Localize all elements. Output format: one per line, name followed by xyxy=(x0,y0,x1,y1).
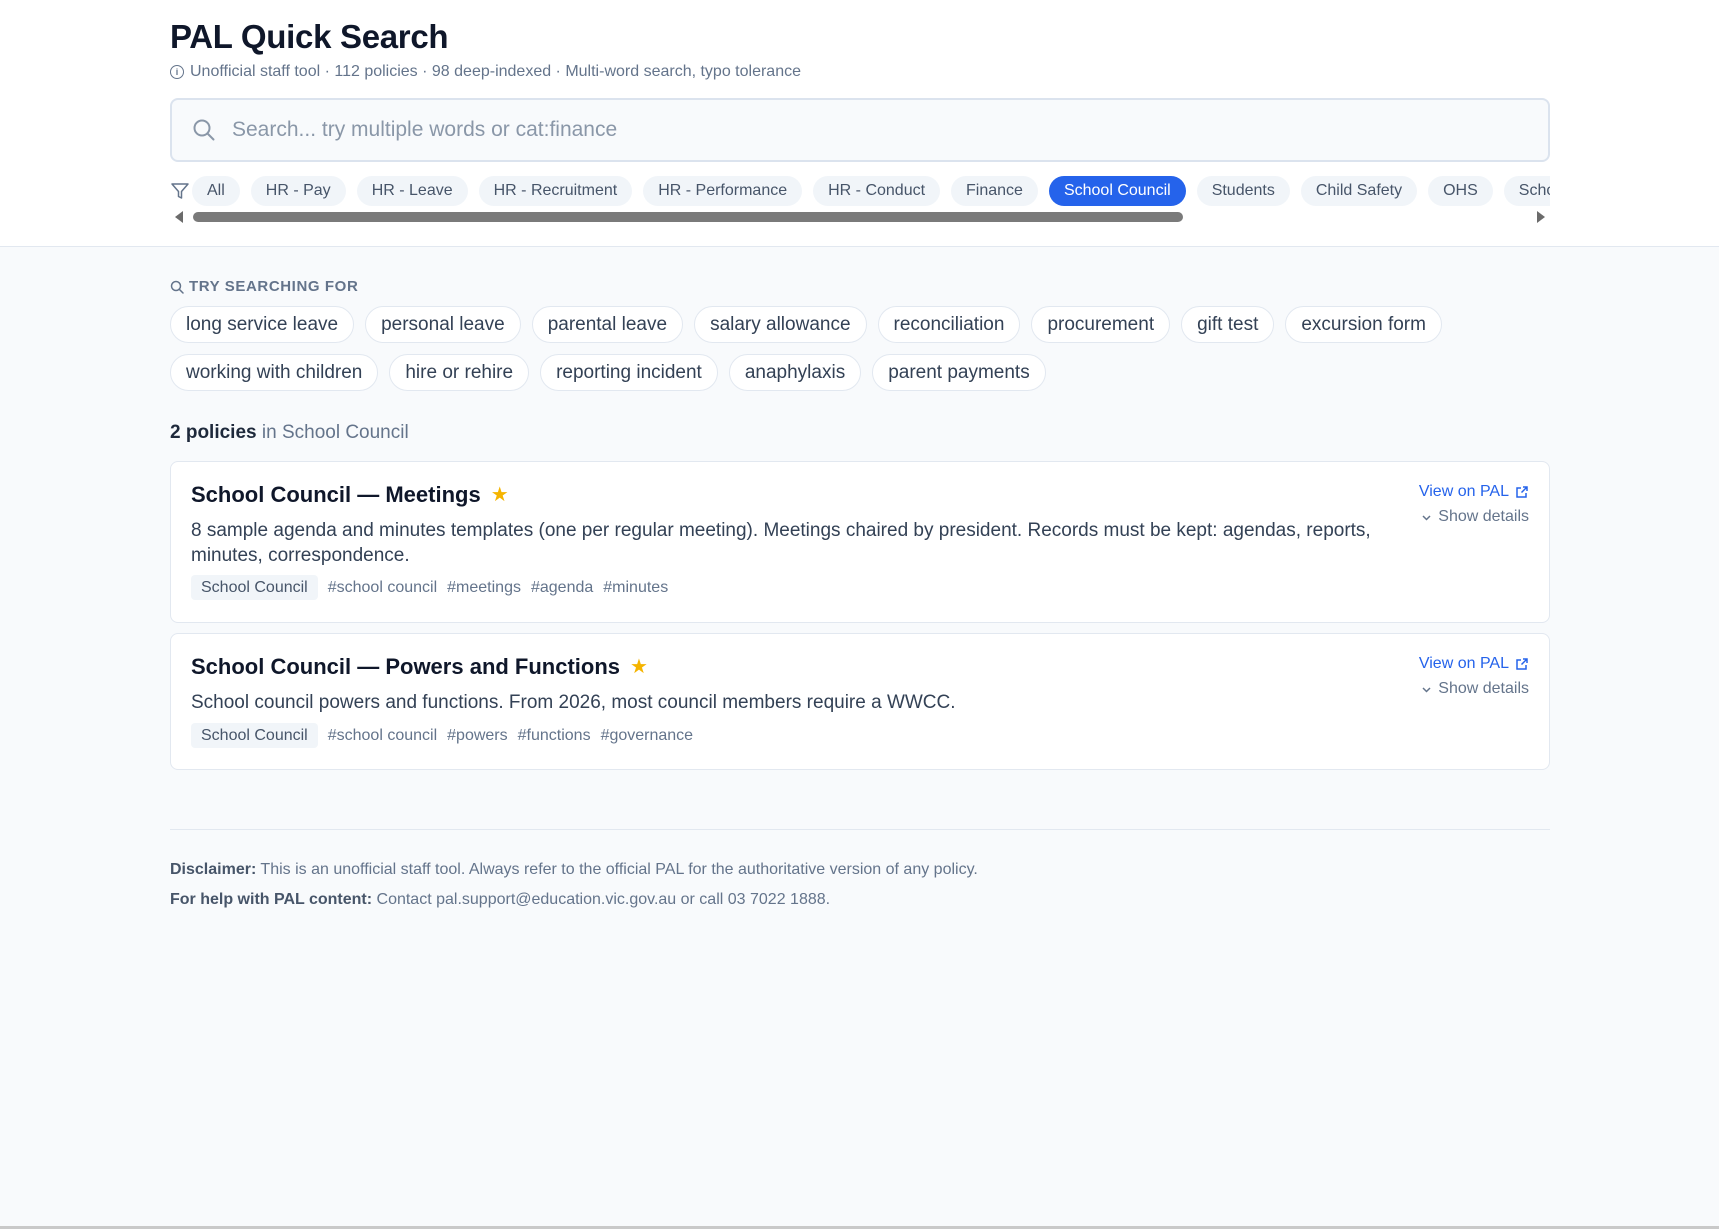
filter-chip[interactable]: All xyxy=(192,176,240,206)
filter-chip[interactable]: OHS xyxy=(1428,176,1493,206)
scroll-left-arrow-icon[interactable] xyxy=(175,211,183,223)
filter-chip[interactable]: HR - Recruitment xyxy=(478,176,633,206)
suggestion-chip[interactable]: long service leave xyxy=(170,306,355,343)
result-tags: School Council #school council #powers #… xyxy=(191,723,693,748)
filter-chip[interactable]: School Council xyxy=(1048,176,1186,206)
results-count: 2 policies in School Council xyxy=(170,422,409,444)
category-chips: All HR - Pay HR - Leave HR - Recruitment HR … xyxy=(192,176,1550,206)
results-count-context: in School Council xyxy=(256,422,409,443)
filter-chip[interactable]: HR - Leave xyxy=(356,176,468,206)
search-input[interactable] xyxy=(232,118,1432,142)
suggestion-chip[interactable]: salary allowance xyxy=(694,306,867,343)
results-count-number: 2 policies xyxy=(170,422,257,443)
suggestion-chip[interactable]: reporting incident xyxy=(540,354,718,391)
result-description: 8 sample agenda and minutes templates (o… xyxy=(191,520,1371,566)
tag: #powers xyxy=(447,726,508,744)
result-actions: View on PAL Show details xyxy=(1419,654,1529,699)
suggestion-chip[interactable]: anaphylaxis xyxy=(728,354,862,391)
suggestion-chip[interactable]: parent payments xyxy=(872,354,1046,391)
category-badge: School Council xyxy=(191,723,318,748)
filter-icon xyxy=(171,183,189,199)
show-details-label[interactable]: Show details xyxy=(1438,508,1529,526)
tag: #minutes xyxy=(603,578,669,596)
view-on-pal-label[interactable]: View on PAL xyxy=(1419,483,1509,501)
result-tags: School Council #school council #meetings… xyxy=(191,575,668,600)
show-details-button[interactable]: Show details xyxy=(1419,507,1529,527)
star-icon: ★ xyxy=(630,656,648,678)
page-title: PAL Quick Search xyxy=(170,18,449,55)
scrollbar-thumb[interactable] xyxy=(193,212,1183,222)
filter-chip[interactable]: Finance xyxy=(951,176,1038,206)
tag: #school council xyxy=(327,726,438,744)
tag: #governance xyxy=(600,726,694,744)
filter-chip[interactable]: School xyxy=(1503,176,1550,206)
filter-chip[interactable]: HR - Pay xyxy=(250,176,346,206)
scroll-right-arrow-icon[interactable] xyxy=(1537,211,1545,223)
result-card: School Council — Meetings ★ 8 sample age… xyxy=(170,461,1550,623)
suggestion-chip[interactable]: reconciliation xyxy=(877,306,1021,343)
suggestion-chip[interactable]: personal leave xyxy=(365,306,521,343)
suggestion-chip[interactable]: hire or rehire xyxy=(389,354,530,391)
search-icon xyxy=(193,119,215,141)
suggestion-chip[interactable]: excursion form xyxy=(1285,306,1442,343)
help-info: For help with PAL content: Contact pal.s… xyxy=(170,891,830,909)
star-icon: ★ xyxy=(490,484,509,506)
category-badge: School Council xyxy=(191,575,318,600)
view-on-pal-link[interactable]: View on PAL xyxy=(1419,654,1529,674)
result-title-text[interactable]: School Council — Powers and Functions xyxy=(191,654,620,680)
suggestion-list: long service leave personal leave parental… xyxy=(170,306,1470,391)
disclaimer: Disclaimer: This is an unofficial staff … xyxy=(170,861,978,879)
result-description: School council powers and functions. Fro… xyxy=(191,692,956,713)
suggestions-label: TRY SEARCHING FOR xyxy=(189,278,359,295)
tag: #meetings xyxy=(447,578,521,596)
result-actions: View on PAL Show details xyxy=(1419,482,1529,527)
suggestion-chip[interactable]: parental leave xyxy=(531,306,684,343)
result-card: School Council — Powers and Functions ★ … xyxy=(170,633,1550,770)
filter-chip[interactable]: Child Safety xyxy=(1300,176,1418,206)
show-details-button[interactable]: Show details xyxy=(1419,679,1529,699)
view-on-pal-label[interactable]: View on PAL xyxy=(1419,655,1509,673)
chevron-down-icon xyxy=(1422,514,1431,521)
subtitle-text: Unofficial staff tool · 112 policies · 9… xyxy=(190,63,801,80)
suggestion-chip[interactable]: procurement xyxy=(1031,306,1171,343)
result-title-text[interactable]: School Council — Meetings xyxy=(191,482,481,508)
suggestions-heading: TRY SEARCHING FOR xyxy=(170,278,358,295)
help-label: For help with PAL content: xyxy=(170,891,373,908)
category-filter-bar: All HR - Pay HR - Leave HR - Recruitment HR … xyxy=(170,176,1550,206)
disclaimer-text: This is an unofficial staff tool. Always… xyxy=(256,861,978,878)
footer-divider xyxy=(170,829,1550,830)
disclaimer-label: Disclaimer: xyxy=(170,861,257,878)
page-subtitle: i Unofficial staff tool · 112 policies ·… xyxy=(170,63,801,81)
filter-chip[interactable]: HR - Performance xyxy=(643,176,803,206)
horizontal-scrollbar[interactable] xyxy=(170,209,1550,225)
chevron-down-icon xyxy=(1422,686,1431,693)
result-title[interactable]: School Council — Meetings ★ xyxy=(191,482,509,508)
suggestion-chip[interactable]: gift test xyxy=(1181,306,1275,343)
tag: #functions xyxy=(517,726,591,744)
tag: #agenda xyxy=(530,578,594,596)
help-text: Contact pal.support@education.vic.gov.au… xyxy=(372,891,831,908)
external-link-icon xyxy=(1516,486,1528,498)
external-link-icon xyxy=(1516,658,1528,670)
filter-chip[interactable]: Students xyxy=(1196,176,1290,206)
show-details-label[interactable]: Show details xyxy=(1438,680,1529,698)
view-on-pal-link[interactable]: View on PAL xyxy=(1419,482,1529,502)
tag: #school council xyxy=(327,578,438,596)
filter-chip[interactable]: HR - Conduct xyxy=(813,176,941,206)
result-title[interactable]: School Council — Powers and Functions ★ xyxy=(191,654,648,680)
search-box[interactable] xyxy=(170,98,1550,162)
suggestion-chip[interactable]: working with children xyxy=(170,354,379,391)
search-icon xyxy=(170,280,184,294)
info-icon: i xyxy=(170,65,184,79)
